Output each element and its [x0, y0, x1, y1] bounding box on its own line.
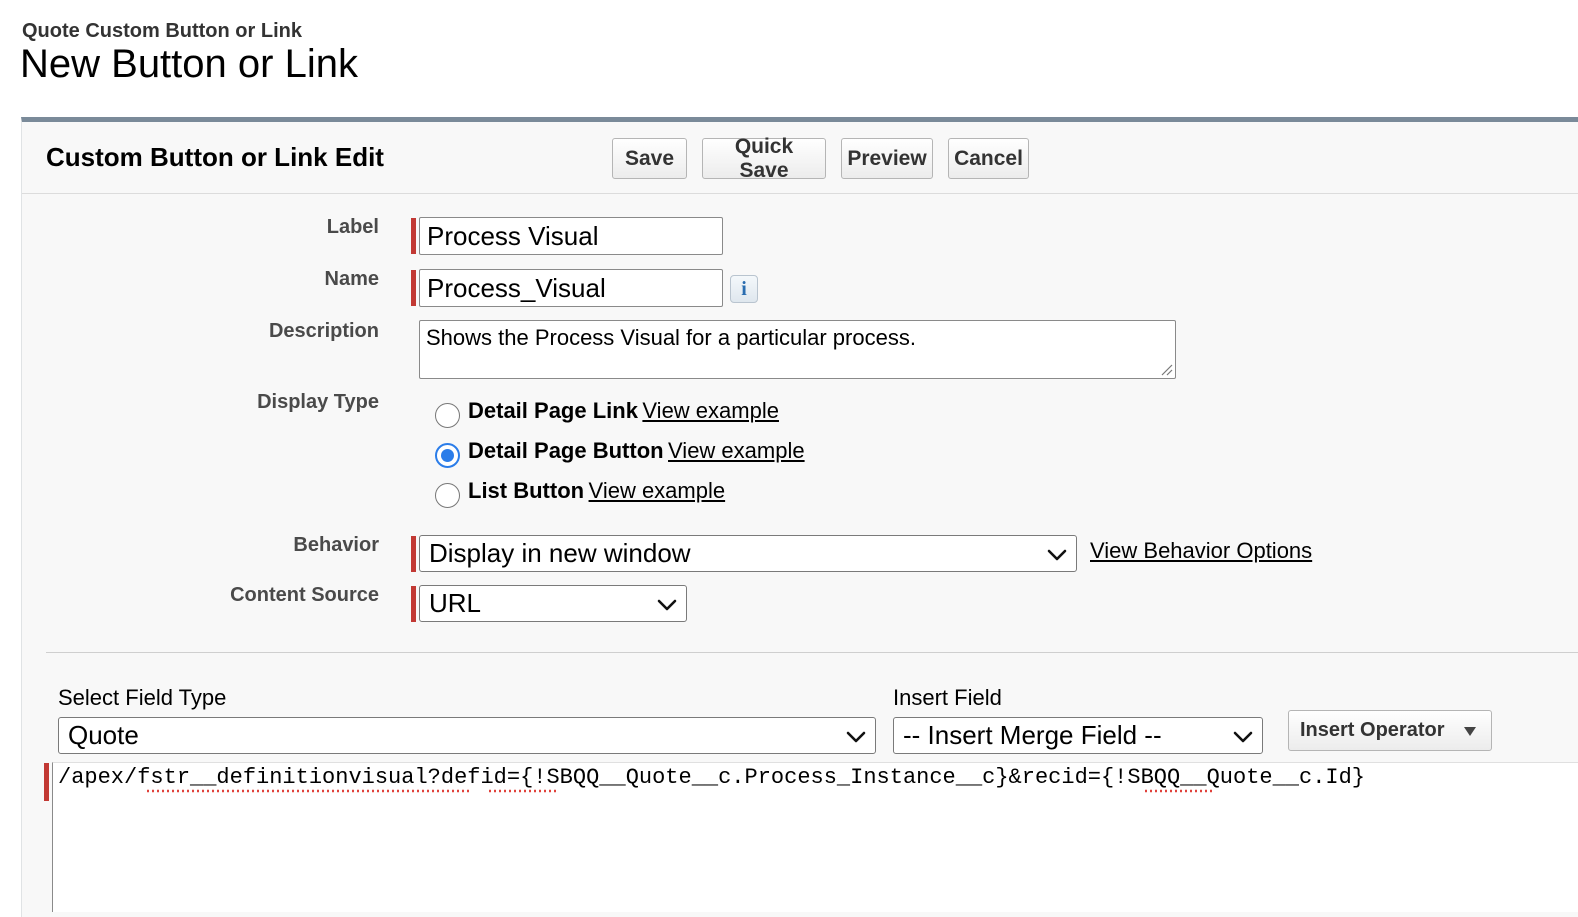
quick-save-button[interactable]: Quick Save — [702, 135, 826, 182]
save-button[interactable]: Save — [612, 138, 687, 179]
required-indicator — [411, 536, 416, 572]
view-example-link[interactable]: View example — [642, 398, 779, 423]
option-label: List Button — [468, 478, 585, 503]
spellcheck-underline — [489, 789, 559, 793]
select-field-type-value: Quote — [68, 720, 139, 750]
resize-grip-icon[interactable] — [1159, 362, 1173, 376]
option-detail-page-button: Detail Page Button View example — [468, 438, 805, 464]
content-source-value: URL — [429, 588, 482, 618]
radio-detail-page-button[interactable] — [435, 443, 460, 468]
insert-operator-label: Insert Operator — [1300, 719, 1445, 741]
required-indicator — [411, 218, 416, 254]
divider — [46, 652, 1578, 653]
description-field-label: Description — [268, 320, 379, 342]
behavior-select[interactable]: Display in new window — [419, 535, 1077, 572]
page-subtitle: Quote Custom Button or Link — [22, 20, 302, 42]
chevron-down-icon — [1047, 549, 1067, 561]
required-indicator — [411, 586, 416, 622]
option-list-button: List Button View example — [468, 478, 725, 504]
chevron-down-icon — [657, 599, 677, 611]
description-text: Shows the Process Visual for a particula… — [426, 325, 916, 350]
info-icon[interactable]: i — [730, 275, 758, 303]
name-field-label: Name — [324, 268, 379, 290]
divider — [22, 193, 1578, 194]
name-input[interactable]: Process_Visual — [419, 269, 723, 307]
insert-field-label: Insert Field — [893, 685, 1002, 710]
view-example-link[interactable]: View example — [589, 478, 726, 503]
radio-list-button[interactable] — [435, 483, 460, 508]
cancel-button[interactable]: Cancel — [948, 138, 1029, 179]
insert-operator-button[interactable]: Insert Operator — [1288, 710, 1492, 751]
required-indicator — [411, 270, 416, 306]
insert-merge-field-select[interactable]: -- Insert Merge Field -- — [893, 717, 1263, 754]
chevron-down-icon — [846, 731, 866, 743]
view-behavior-options-link[interactable]: View Behavior Options — [1090, 538, 1312, 564]
option-label: Detail Page Button — [468, 438, 664, 463]
label-field-label: Label — [326, 216, 379, 238]
required-indicator — [44, 763, 49, 801]
option-detail-page-link: Detail Page Link View example — [468, 398, 779, 424]
content-source-select[interactable]: URL — [419, 585, 687, 622]
content-source-field-label: Content Source — [230, 584, 379, 606]
select-field-type-label: Select Field Type — [58, 685, 227, 710]
page-title: New Button or Link — [20, 42, 358, 86]
panel-title: Custom Button or Link Edit — [46, 142, 384, 172]
preview-button[interactable]: Preview — [841, 138, 933, 179]
chevron-down-icon — [1233, 731, 1253, 743]
radio-detail-page-link[interactable] — [435, 403, 460, 428]
spellcheck-underline — [1145, 789, 1215, 793]
label-input[interactable]: Process Visual — [419, 217, 723, 255]
select-field-type-select[interactable]: Quote — [58, 717, 876, 754]
display-type-field-label: Display Type — [257, 391, 379, 413]
view-example-link[interactable]: View example — [668, 438, 805, 463]
behavior-value: Display in new window — [429, 538, 691, 568]
behavior-field-label: Behavior — [293, 534, 379, 556]
formula-text: /apex/fstr__definitionvisual?defid={!SBQ… — [58, 765, 1366, 790]
insert-merge-field-value: -- Insert Merge Field -- — [903, 720, 1162, 750]
triangle-down-icon — [1464, 727, 1476, 736]
option-label: Detail Page Link — [468, 398, 638, 423]
spellcheck-underline — [147, 789, 472, 793]
description-textarea[interactable]: Shows the Process Visual for a particula… — [419, 320, 1176, 379]
